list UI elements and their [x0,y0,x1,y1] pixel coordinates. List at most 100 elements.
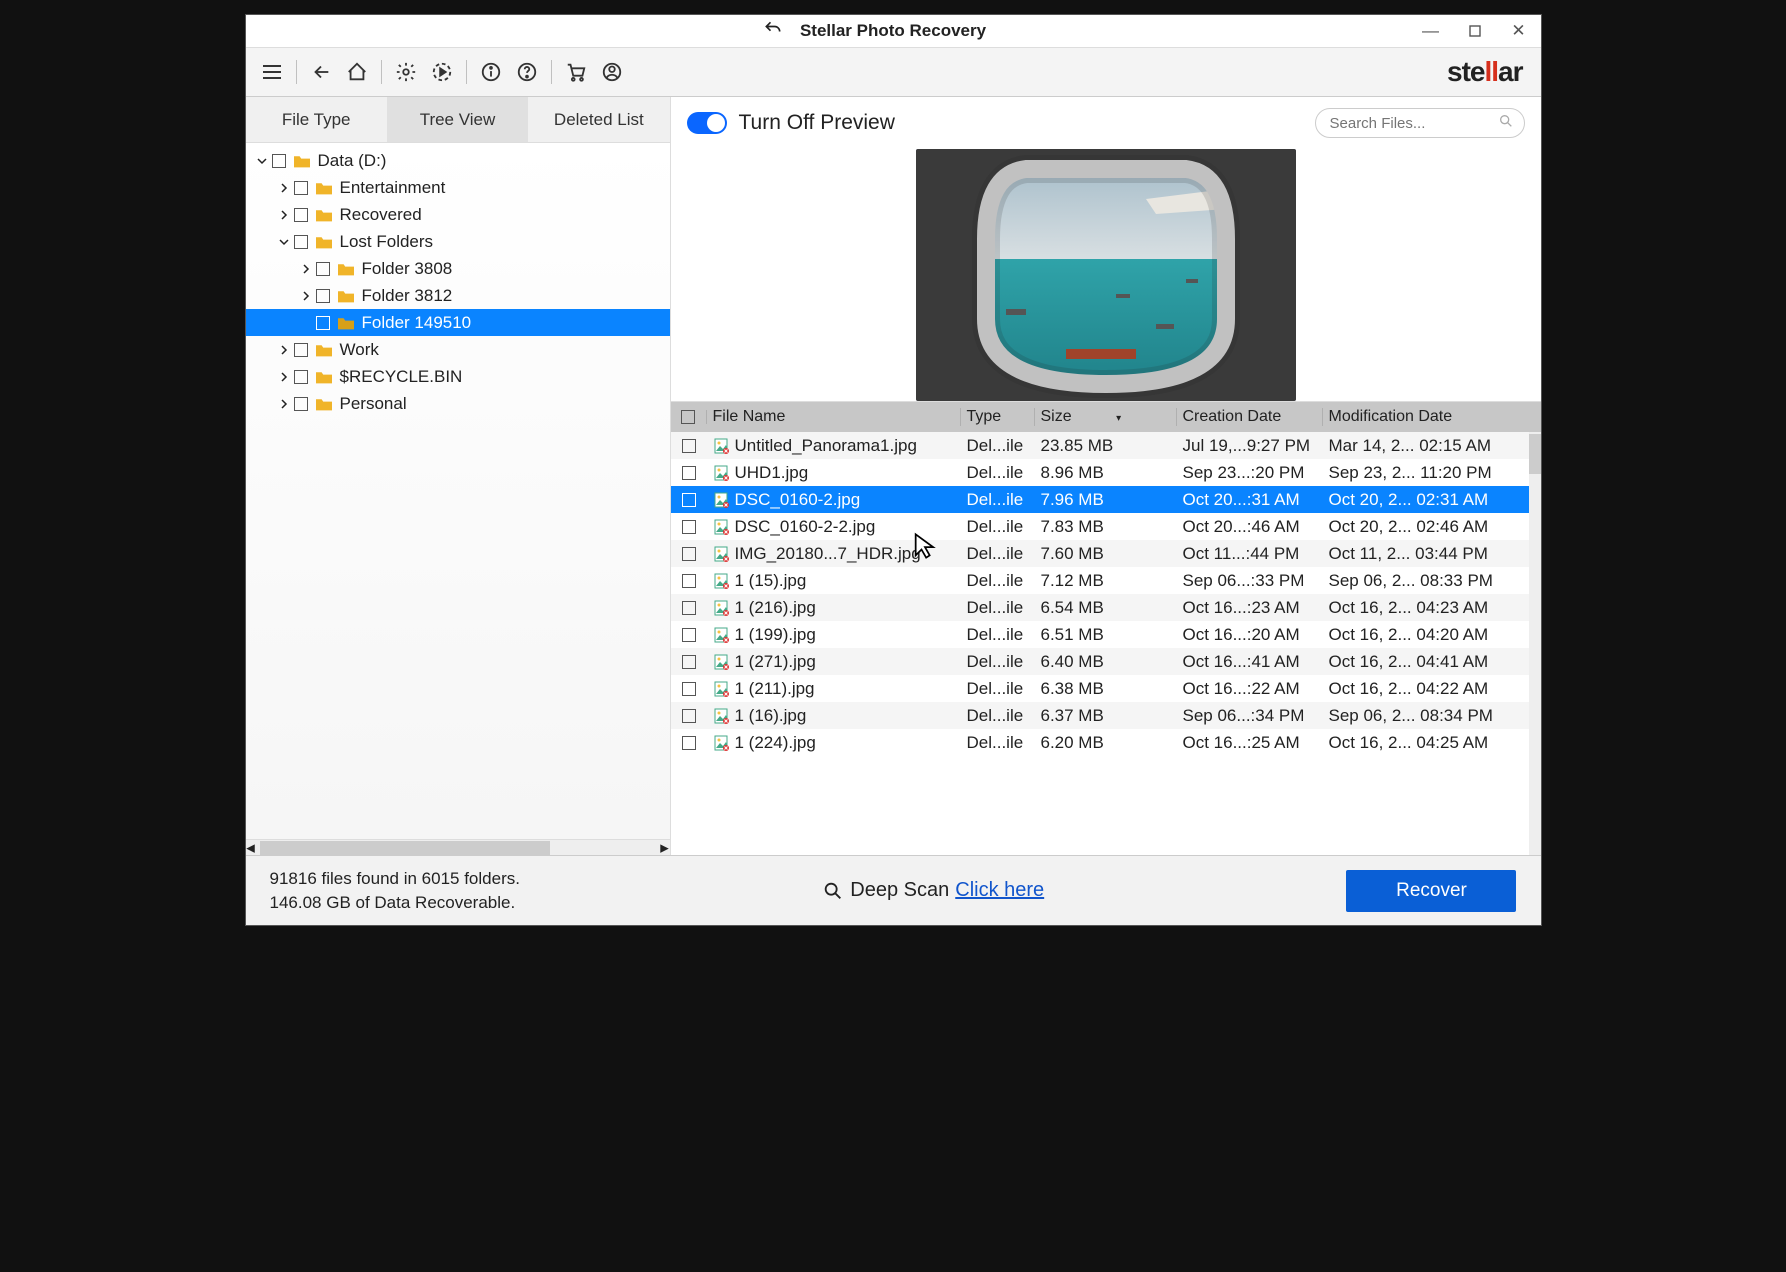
tab-tree-view[interactable]: Tree View [387,97,528,142]
chevron-right-icon[interactable] [298,288,314,304]
tree-checkbox[interactable] [316,262,330,276]
maximize-button[interactable] [1453,15,1497,47]
user-icon[interactable] [594,54,630,90]
info-icon[interactable] [473,54,509,90]
cell-modification-date: Mar 14, 2... 02:15 AM [1323,436,1515,456]
tree-node[interactable]: Personal [246,390,670,417]
row-checkbox[interactable] [682,628,696,642]
row-checkbox[interactable] [682,439,696,453]
table-row[interactable]: IMG_20180...7_HDR.jpgDel...ile7.60 MBOct… [671,540,1541,567]
table-row[interactable]: 1 (211).jpgDel...ile6.38 MBOct 16...:22 … [671,675,1541,702]
cell-size: 6.54 MB [1035,598,1177,618]
back-arrow-icon[interactable] [303,54,339,90]
table-row[interactable]: 1 (216).jpgDel...ile6.54 MBOct 16...:23 … [671,594,1541,621]
table-row[interactable]: 1 (16).jpgDel...ile6.37 MBSep 06...:34 P… [671,702,1541,729]
cart-icon[interactable] [558,54,594,90]
chevron-none-icon[interactable] [298,315,314,331]
table-row[interactable]: 1 (271).jpgDel...ile6.40 MBOct 16...:41 … [671,648,1541,675]
chevron-right-icon[interactable] [276,369,292,385]
row-checkbox[interactable] [682,682,696,696]
cell-modification-date: Oct 16, 2... 04:22 AM [1323,679,1515,699]
tree-node[interactable]: $RECYCLE.BIN [246,363,670,390]
chevron-down-icon[interactable] [254,153,270,169]
col-size[interactable]: Size ▾ [1035,408,1177,426]
minimize-button[interactable]: — [1409,15,1453,47]
gear-icon[interactable] [388,54,424,90]
tree-checkbox[interactable] [316,316,330,330]
tree-node[interactable]: Work [246,336,670,363]
tree-label: Data (D:) [318,151,387,171]
cell-file-name: UHD1.jpg [735,463,809,483]
chevron-right-icon[interactable] [276,396,292,412]
chevron-right-icon[interactable] [298,261,314,277]
tab-file-type[interactable]: File Type [246,97,387,142]
tree-node[interactable]: Folder 149510 [246,309,670,336]
row-checkbox[interactable] [682,466,696,480]
col-type[interactable]: Type [961,408,1035,426]
tree-node[interactable]: Folder 3812 [246,282,670,309]
row-checkbox[interactable] [682,736,696,750]
tree-checkbox[interactable] [272,154,286,168]
deep-scan-link[interactable]: Click here [955,879,1044,902]
row-checkbox[interactable] [682,709,696,723]
select-all-checkbox[interactable] [681,410,695,424]
file-icon [713,518,731,536]
folder-tree[interactable]: Data (D:) EntertainmentRecoveredLost Fold… [246,143,670,839]
tree-checkbox[interactable] [294,370,308,384]
row-checkbox[interactable] [682,601,696,615]
table-row[interactable]: 1 (15).jpgDel...ile7.12 MBSep 06...:33 P… [671,567,1541,594]
tree-node[interactable]: Data (D:) [246,147,670,174]
chevron-down-icon[interactable] [276,234,292,250]
table-row[interactable]: 1 (199).jpgDel...ile6.51 MBOct 16...:20 … [671,621,1541,648]
search-box[interactable] [1315,108,1525,138]
help-icon[interactable] [509,54,545,90]
cell-file-name: 1 (216).jpg [735,598,816,618]
chevron-right-icon[interactable] [276,207,292,223]
tree-node[interactable]: Lost Folders [246,228,670,255]
cell-creation-date: Oct 20...:46 AM [1177,517,1323,537]
row-checkbox[interactable] [682,574,696,588]
tab-deleted-list[interactable]: Deleted List [528,97,669,142]
resume-icon[interactable] [424,54,460,90]
col-file-name[interactable]: File Name [707,408,961,426]
tree-checkbox[interactable] [294,397,308,411]
table-row[interactable]: DSC_0160-2-2.jpgDel...ile7.83 MBOct 20..… [671,513,1541,540]
search-input[interactable] [1328,114,1488,133]
cell-modification-date: Sep 06, 2... 08:33 PM [1323,571,1515,591]
recover-button[interactable]: Recover [1346,870,1516,912]
undo-icon[interactable] [763,19,783,44]
row-checkbox[interactable] [682,520,696,534]
chevron-right-icon[interactable] [276,342,292,358]
close-button[interactable]: ✕ [1497,15,1541,47]
tree-checkbox[interactable] [294,235,308,249]
tree-checkbox[interactable] [294,343,308,357]
grid-scrollbar[interactable] [1529,432,1541,855]
row-checkbox[interactable] [682,655,696,669]
col-modification-date[interactable]: Modification Date [1323,408,1515,426]
tree-checkbox[interactable] [294,208,308,222]
table-row[interactable]: UHD1.jpgDel...ile8.96 MBSep 23...:20 PMS… [671,459,1541,486]
tree-node[interactable]: Recovered [246,201,670,228]
tree-checkbox[interactable] [316,289,330,303]
menu-icon[interactable] [254,54,290,90]
tree-node[interactable]: Folder 3808 [246,255,670,282]
row-checkbox[interactable] [682,493,696,507]
cell-size: 6.38 MB [1035,679,1177,699]
grid-body[interactable]: Untitled_Panorama1.jpgDel...ile23.85 MBJ… [671,432,1541,855]
grid-header[interactable]: File Name Type Size ▾ Creation Date Modi… [671,402,1541,432]
table-row[interactable]: DSC_0160-2.jpgDel...ile7.96 MBOct 20...:… [671,486,1541,513]
preview-toggle[interactable] [687,112,727,134]
row-checkbox[interactable] [682,547,696,561]
col-creation-date[interactable]: Creation Date [1177,408,1323,426]
brand-logo: stellar [1447,56,1533,88]
file-icon [713,572,731,590]
tree-scrollbar[interactable]: ◂ ▸ [246,839,670,855]
tree-node[interactable]: Entertainment [246,174,670,201]
tree-checkbox[interactable] [294,181,308,195]
file-icon [713,545,731,563]
chevron-right-icon[interactable] [276,180,292,196]
table-row[interactable]: 1 (224).jpgDel...ile6.20 MBOct 16...:25 … [671,729,1541,756]
home-icon[interactable] [339,54,375,90]
cell-creation-date: Oct 16...:23 AM [1177,598,1323,618]
table-row[interactable]: Untitled_Panorama1.jpgDel...ile23.85 MBJ… [671,432,1541,459]
